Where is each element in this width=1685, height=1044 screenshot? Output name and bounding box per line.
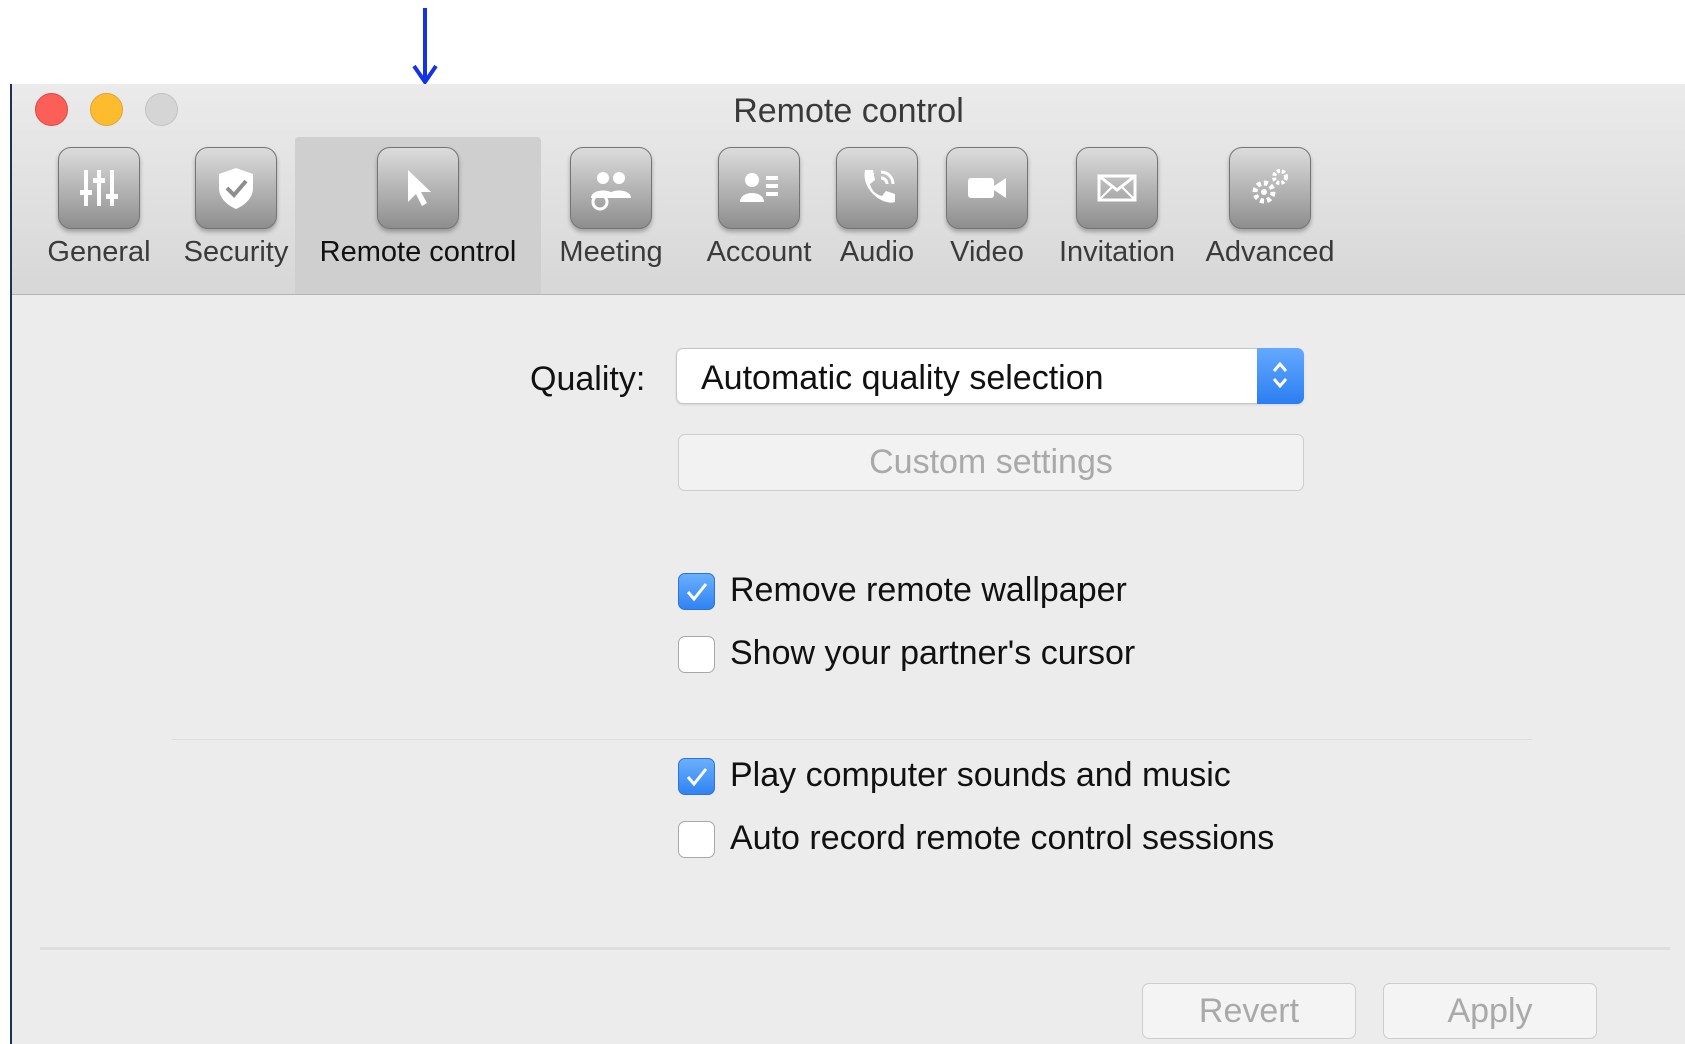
preferences-toolbar: General Security Remote control Meeting: [12, 137, 1685, 294]
play-sounds-checkbox[interactable]: [678, 758, 715, 795]
play-sounds-label: Play computer sounds and music: [730, 756, 1231, 794]
group-icon: [570, 147, 652, 229]
show-partner-cursor-label: Show your partner's cursor: [730, 634, 1136, 672]
remove-wallpaper-label: Remove remote wallpaper: [730, 571, 1127, 609]
checkmark-icon: [686, 583, 708, 602]
show-partner-cursor-checkbox[interactable]: [678, 636, 715, 673]
checkmark-icon: [686, 768, 708, 787]
tab-remote-control-label: Remote control: [319, 236, 517, 268]
tab-remote-control[interactable]: Remote control: [295, 137, 541, 294]
quality-select[interactable]: Automatic quality selection: [676, 348, 1304, 404]
quality-label: Quality:: [530, 360, 646, 398]
custom-settings-button[interactable]: Custom settings: [678, 434, 1304, 491]
tab-invitation-label: Invitation: [1058, 236, 1176, 268]
footer-divider: [40, 947, 1670, 950]
auto-record-label: Auto record remote control sessions: [730, 819, 1275, 857]
title-bar: Remote control General Security Remote c…: [12, 84, 1685, 295]
tab-general[interactable]: General: [34, 137, 164, 294]
cursor-icon: [377, 147, 459, 229]
tab-audio[interactable]: Audio: [827, 137, 927, 294]
sliders-icon: [58, 147, 140, 229]
preferences-window: Remote control General Security Remote c…: [10, 84, 1685, 1044]
updown-chevron-icon: [1272, 361, 1288, 389]
tab-advanced[interactable]: Advanced: [1195, 137, 1345, 294]
remote-control-pane: Quality: Automatic quality selection Cus…: [12, 294, 1685, 1044]
annotation-arrow-icon: [412, 8, 438, 86]
contact-card-icon: [718, 147, 800, 229]
auto-record-checkbox[interactable]: [678, 821, 715, 858]
tab-video-label: Video: [950, 236, 1024, 268]
tab-account[interactable]: Account: [695, 137, 823, 294]
select-stepper[interactable]: [1257, 348, 1304, 404]
tab-advanced-label: Advanced: [1205, 236, 1335, 268]
gears-icon: [1229, 147, 1311, 229]
section-divider: [172, 739, 1532, 740]
shield-icon: [195, 147, 277, 229]
tab-security[interactable]: Security: [172, 137, 300, 294]
revert-button[interactable]: Revert: [1142, 983, 1356, 1039]
remove-wallpaper-checkbox[interactable]: [678, 573, 715, 610]
tab-invitation[interactable]: Invitation: [1047, 137, 1187, 294]
phone-icon: [836, 147, 918, 229]
window-title: Remote control: [733, 92, 964, 130]
envelope-icon: [1076, 147, 1158, 229]
video-camera-icon: [946, 147, 1028, 229]
tab-audio-label: Audio: [839, 236, 915, 268]
tab-meeting[interactable]: Meeting: [549, 137, 673, 294]
quality-select-value: Automatic quality selection: [701, 359, 1104, 397]
tab-general-label: General: [47, 236, 151, 268]
tab-security-label: Security: [183, 236, 289, 268]
tab-meeting-label: Meeting: [559, 236, 663, 268]
tab-video[interactable]: Video: [937, 137, 1037, 294]
tab-account-label: Account: [706, 236, 812, 268]
apply-button[interactable]: Apply: [1383, 983, 1597, 1039]
